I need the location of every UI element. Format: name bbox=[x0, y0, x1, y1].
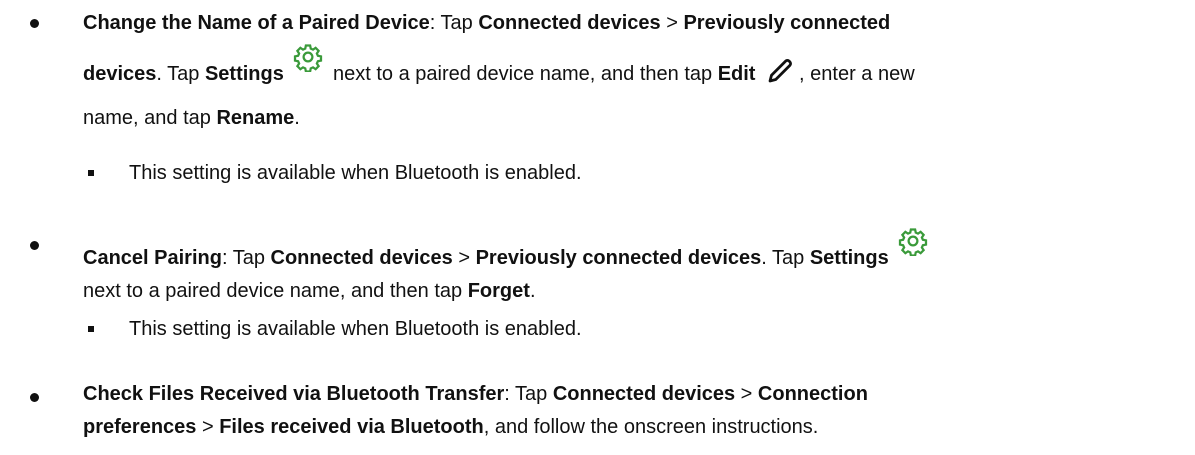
sub-bullet bbox=[88, 326, 94, 332]
ui-term: Settings bbox=[204, 63, 284, 85]
ui-term: Files received via Bluetooth bbox=[219, 416, 484, 438]
text-run: . Tap bbox=[156, 63, 205, 85]
sub-bullet bbox=[88, 170, 94, 176]
ui-term: preferences bbox=[83, 416, 197, 438]
ui-term: Connected devices bbox=[270, 247, 453, 269]
ui-term: Previously connected devices bbox=[475, 247, 762, 269]
text-run: > bbox=[196, 416, 220, 438]
text-run: name, and tap bbox=[83, 107, 217, 129]
ui-term: Connection bbox=[757, 383, 868, 405]
bullet bbox=[30, 19, 39, 28]
text-run: next to a paired device name, and then t… bbox=[83, 280, 468, 302]
text-run: , and follow the onscreen instructions. bbox=[483, 416, 819, 438]
item-text: Cancel Pairing: Tap Connected devices > … bbox=[83, 226, 1183, 308]
gear-icon bbox=[293, 42, 323, 85]
bullet bbox=[30, 241, 39, 250]
ui-term: devices bbox=[83, 63, 157, 85]
bullet bbox=[30, 393, 39, 402]
item-title: Change the Name of a Paired Device bbox=[83, 12, 430, 34]
ui-term: Edit bbox=[717, 63, 756, 85]
pencil-icon bbox=[765, 56, 795, 99]
text-run: . bbox=[294, 107, 300, 129]
ui-term: Forget bbox=[467, 280, 530, 302]
text-run: > bbox=[735, 383, 758, 405]
item-text: Check Files Received via Bluetooth Trans… bbox=[83, 378, 1183, 444]
item-text: Change the Name of a Paired Device: Tap … bbox=[83, 4, 1183, 137]
ui-term: Connected devices bbox=[478, 12, 661, 34]
text-run: . bbox=[529, 280, 536, 302]
text-run: . Tap bbox=[761, 247, 810, 269]
text-run: > bbox=[660, 12, 684, 34]
note-text: This setting is available when Bluetooth… bbox=[129, 162, 582, 184]
ui-term: Previously connected bbox=[683, 12, 891, 34]
item-title: Cancel Pairing bbox=[83, 247, 222, 269]
text-run: , enter a new bbox=[799, 63, 915, 85]
text-run: : Tap bbox=[504, 383, 553, 405]
text-run: : Tap bbox=[221, 247, 271, 269]
item-title: Check Files Received via Bluetooth Trans… bbox=[83, 383, 505, 405]
ui-term: Settings bbox=[809, 247, 889, 269]
text-run: > bbox=[452, 247, 476, 269]
gear-icon bbox=[898, 226, 928, 267]
ui-term: Rename bbox=[216, 107, 295, 129]
text-run: : Tap bbox=[429, 12, 479, 34]
note-text: This setting is available when Bluetooth… bbox=[129, 318, 582, 340]
ui-term: Connected devices bbox=[552, 383, 736, 405]
text-run: next to a paired device name, and then t… bbox=[327, 63, 718, 85]
document-page: Change the Name of a Paired Device: Tap … bbox=[0, 0, 1195, 455]
